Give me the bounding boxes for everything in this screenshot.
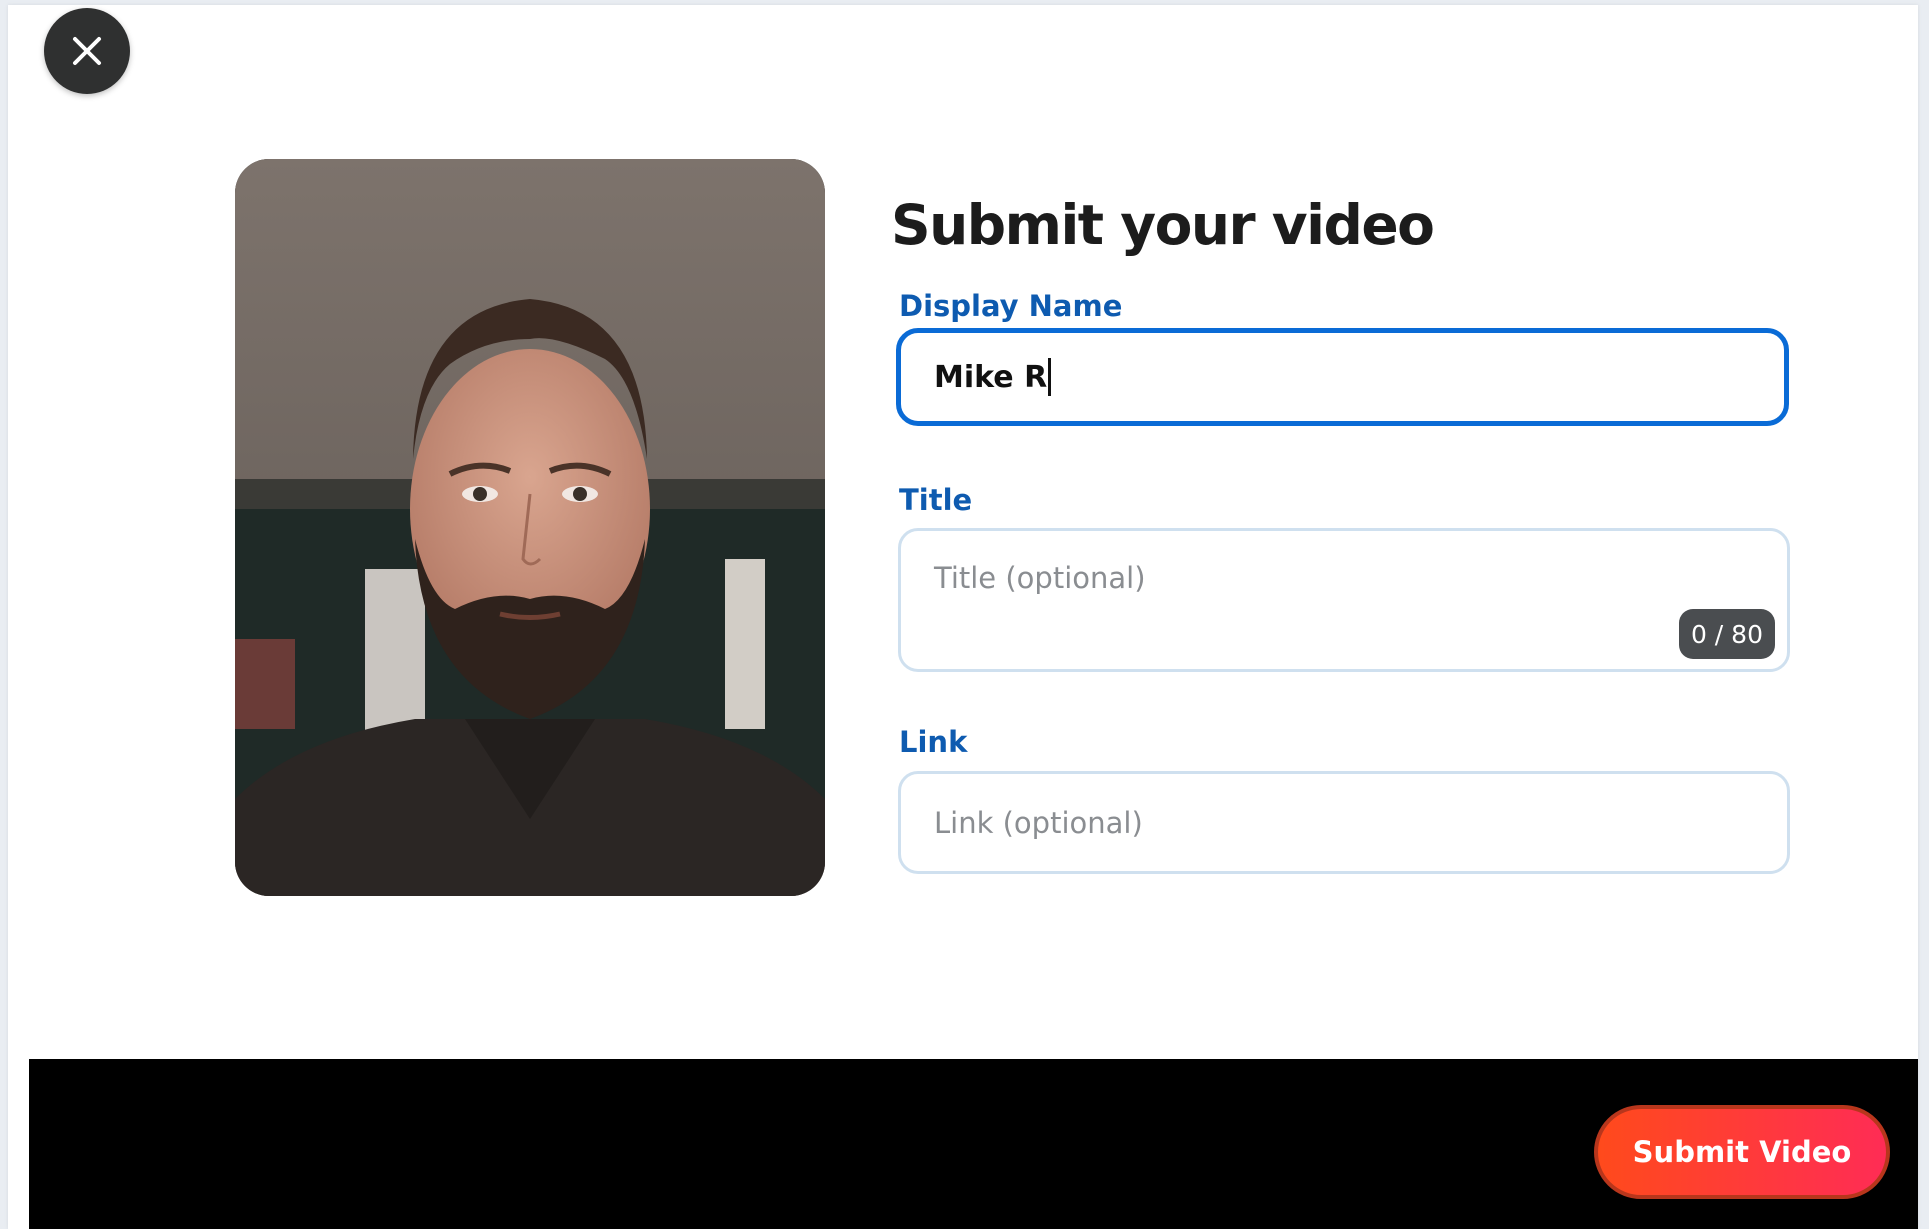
submit-video-modal: Submit your video Display Name Mike R Ti… [8, 5, 1918, 1229]
title-char-counter: 0 / 80 [1678, 609, 1775, 659]
link-placeholder: Link (optional) [934, 805, 1143, 840]
display-name-label: Display Name [899, 289, 1123, 323]
submit-video-button[interactable]: Submit Video [1594, 1105, 1890, 1199]
title-textarea[interactable]: Title (optional) 0 / 80 [898, 528, 1790, 672]
video-frame-image [235, 159, 825, 896]
submit-form: Submit your video Display Name Mike R Ti… [891, 191, 1791, 874]
title-label: Title [899, 483, 973, 517]
display-name-input[interactable]: Mike R [896, 328, 1789, 426]
display-name-value: Mike R [934, 359, 1048, 395]
link-label: Link [899, 725, 968, 759]
form-heading: Submit your video [891, 193, 1435, 257]
modal-footer: Submit Video [29, 1059, 1918, 1229]
text-caret [1048, 358, 1052, 396]
close-button[interactable] [44, 8, 130, 94]
link-input[interactable]: Link (optional) [898, 771, 1790, 874]
title-placeholder: Title (optional) [934, 561, 1146, 595]
close-icon [73, 37, 101, 65]
video-preview [235, 159, 825, 896]
